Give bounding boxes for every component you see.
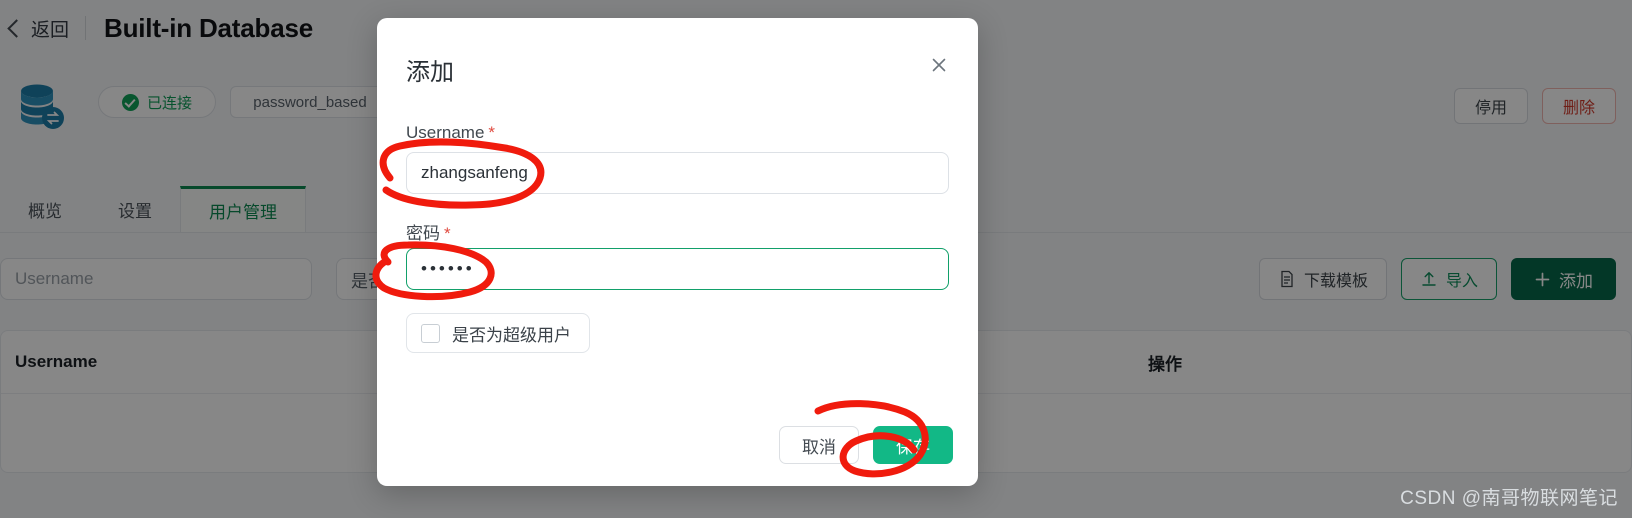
close-icon[interactable]	[922, 48, 956, 82]
username-input[interactable]	[406, 152, 949, 194]
dialog-title: 添加	[406, 59, 454, 86]
username-label-text: Username	[406, 123, 485, 142]
save-button[interactable]: 保存	[873, 426, 953, 464]
watermark: CSDN @南哥物联网笔记	[1400, 488, 1618, 509]
screenshot-root: 返回 Built-in Database 已连接 password_based	[0, 0, 1632, 518]
superuser-checkbox-label: 是否为超级用户	[452, 325, 571, 345]
checkbox-box-icon	[421, 323, 440, 343]
required-marker: *	[444, 224, 451, 243]
required-marker: *	[488, 123, 496, 142]
password-field-label: 密码 *	[406, 219, 451, 244]
superuser-checkbox[interactable]: 是否为超级用户	[406, 313, 590, 353]
username-field-label: Username *	[406, 123, 495, 143]
cancel-button[interactable]: 取消	[779, 426, 859, 464]
password-input[interactable]	[406, 248, 949, 290]
password-label-text: 密码	[406, 224, 440, 243]
add-user-dialog: 添加 Username* 密码* 是否为超级用户 取消 保存	[377, 18, 978, 486]
dialog-footer: 取消 保存	[779, 426, 953, 464]
